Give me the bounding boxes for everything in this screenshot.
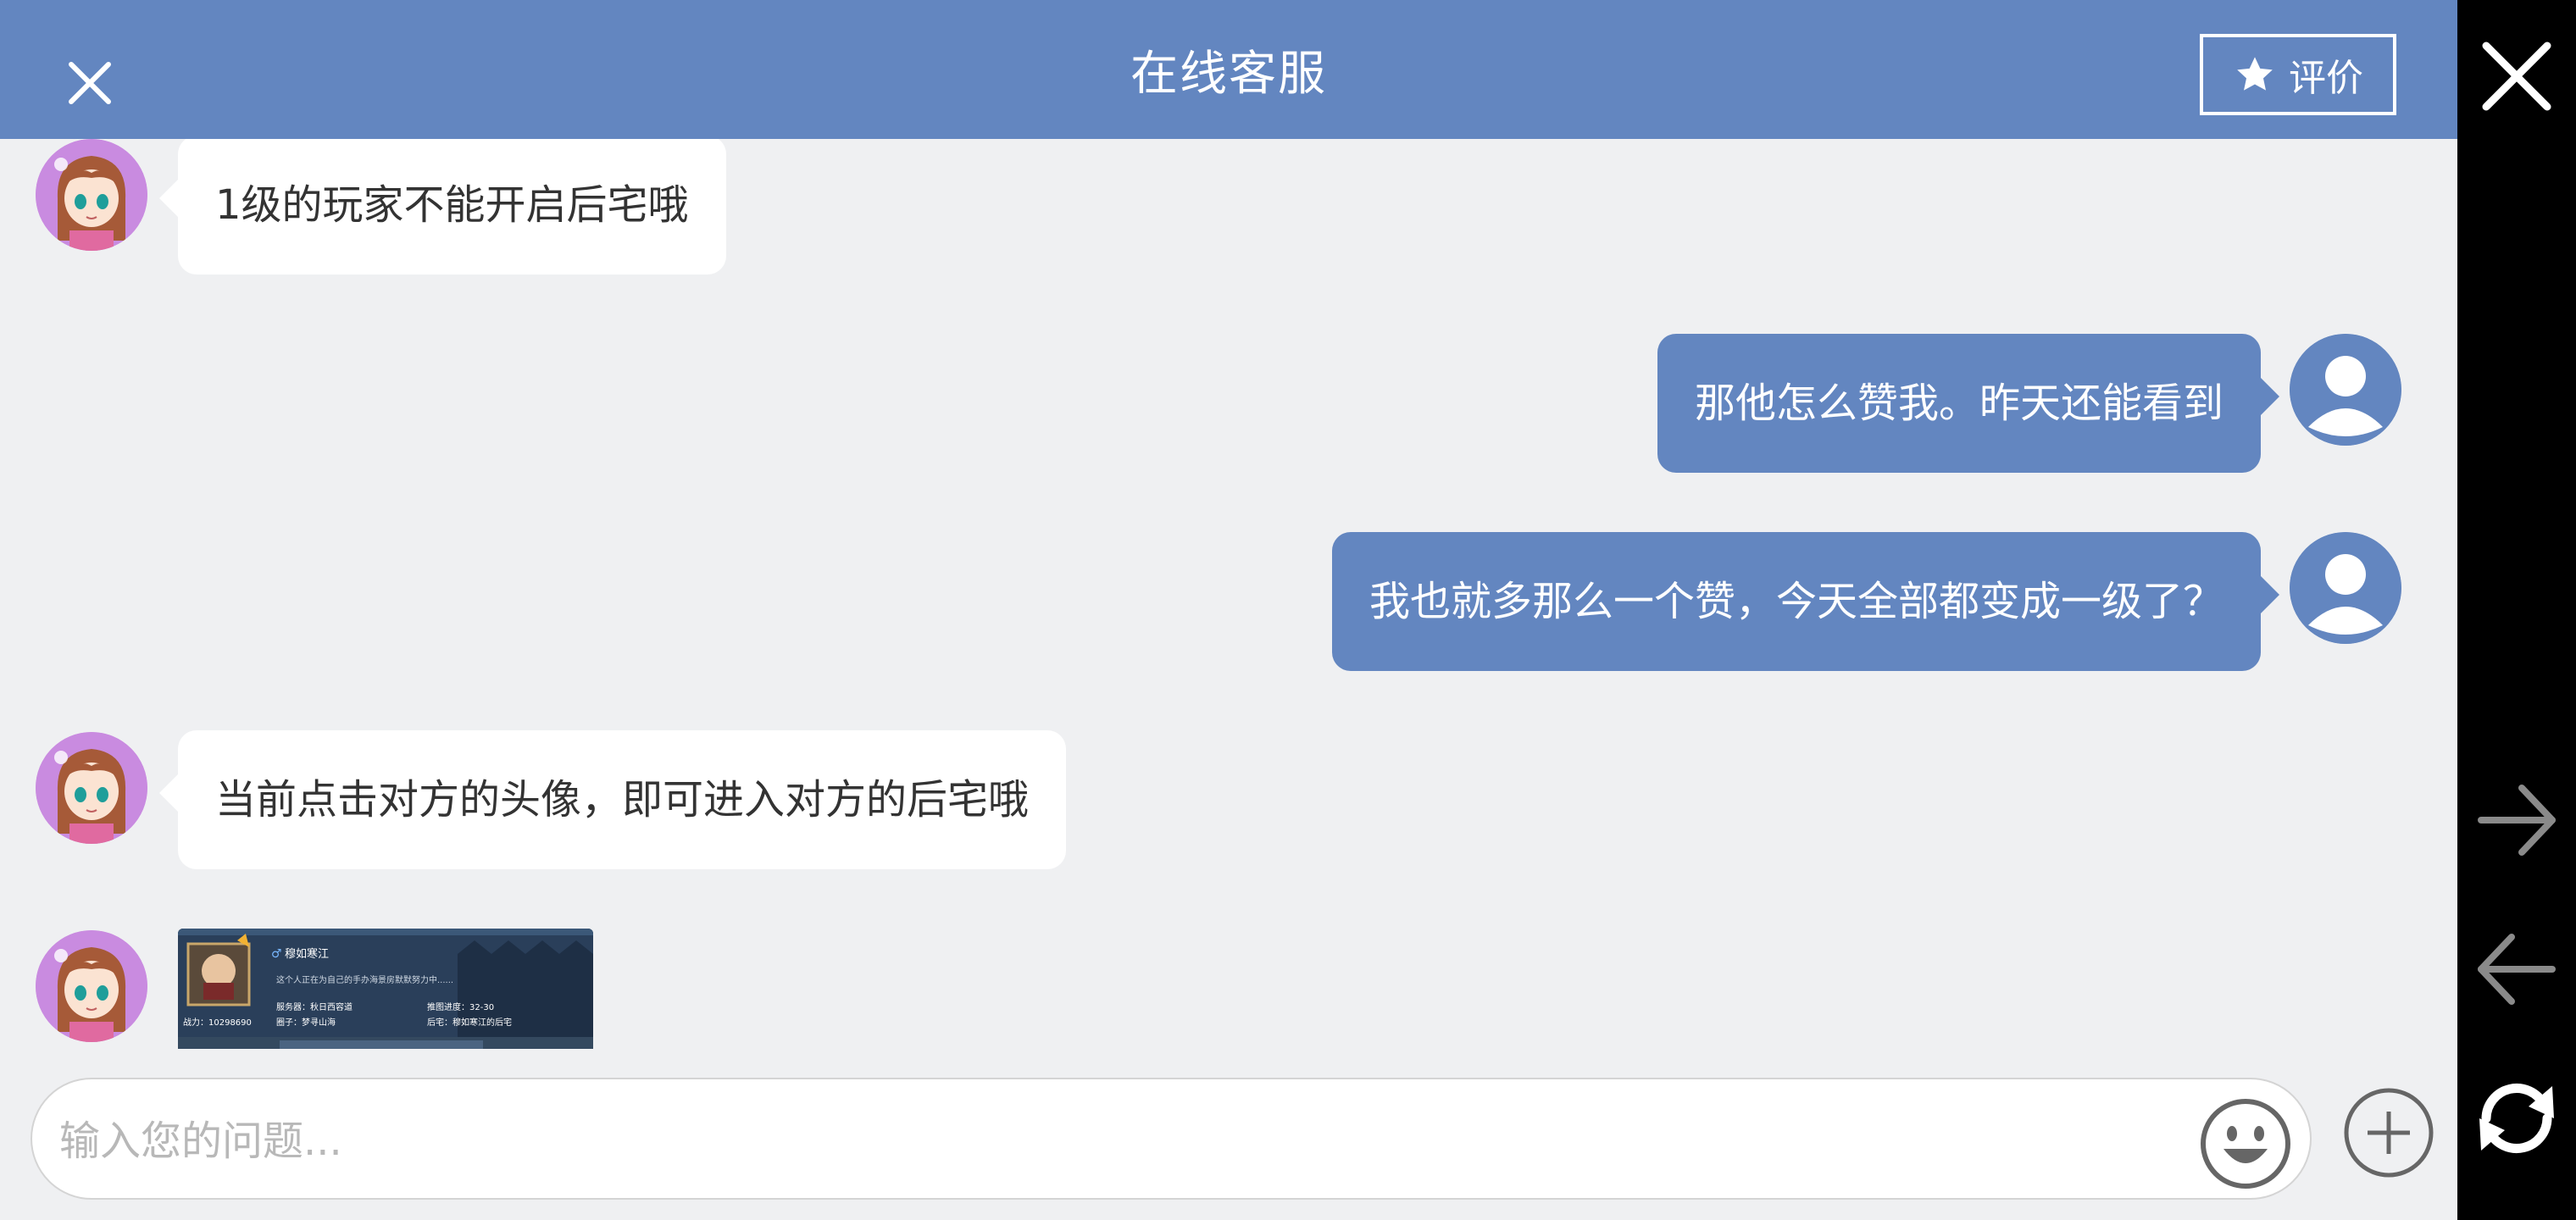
agent-avatar[interactable] [36, 732, 147, 844]
refresh-icon[interactable] [2469, 1071, 2564, 1166]
close-icon[interactable] [2469, 29, 2564, 124]
message-text: 当前点击对方的头像，即可进入对方的后宅哦 [215, 776, 1030, 824]
server-label: 服务器：秋日西容道 [276, 1001, 353, 1012]
agent-avatar[interactable] [36, 930, 147, 1042]
agent-avatar[interactable] [36, 139, 147, 251]
progress-label: 推图进度：32-30 [427, 1001, 494, 1012]
rate-label: 评价 [2289, 57, 2363, 100]
rate-button[interactable]: 评价 [2200, 34, 2396, 115]
message-text: 那他怎么赞我。昨天还能看到 [1694, 380, 2223, 427]
circle-label: 圈子：梦寻山海 [276, 1017, 336, 1028]
plus-icon[interactable] [2342, 1086, 2435, 1179]
side-navigation-bar [2457, 0, 2576, 1220]
user-avatar[interactable] [2290, 334, 2401, 446]
message-input-container[interactable] [31, 1078, 2312, 1200]
agent-message-bubble: 当前点击对方的头像，即可进入对方的后宅哦 [159, 730, 1067, 869]
agent-message-bubble: 1级的玩家不能开启后宅哦 [159, 139, 726, 274]
house-label: 后宅：穆如寒江的后宅 [427, 1017, 512, 1028]
arrow-left-icon[interactable] [2469, 922, 2564, 1017]
gender-symbol: ♂ [271, 947, 282, 961]
shared-screenshot-image[interactable]: ♂ 穆如寒江 这个人正在为自己的手办海景房默默努力中...... 服务器：秋日西… [178, 929, 593, 1049]
smiley-icon[interactable] [2198, 1096, 2293, 1191]
player-name: 穆如寒江 [285, 947, 329, 961]
power-label: 战力：10298690 [183, 1017, 252, 1028]
player-bio: 这个人正在为自己的手办海景房默默努力中...... [276, 974, 453, 985]
user-message-bubble: 我也就多那么一个赞，今天全部都变成一级了？ [1331, 532, 2279, 671]
message-input[interactable] [58, 1105, 2205, 1178]
user-message-bubble: 那他怎么赞我。昨天还能看到 [1657, 334, 2279, 473]
message-input-bar [0, 1049, 2457, 1220]
star-icon [2237, 57, 2273, 91]
user-avatar[interactable] [2290, 532, 2401, 644]
chat-header: 在线客服 评价 [0, 0, 2457, 139]
arrow-right-icon[interactable] [2469, 773, 2564, 868]
chat-message-list[interactable]: 1级的玩家不能开启后宅哦 那他怎么赞我。昨天还能看到 我也就多那么一个赞，今天全… [0, 139, 2457, 1049]
page-title: 在线客服 [1130, 47, 1327, 102]
message-text: 1级的玩家不能开启后宅哦 [215, 181, 689, 229]
message-text: 我也就多那么一个赞，今天全部都变成一级了？ [1368, 578, 2223, 625]
